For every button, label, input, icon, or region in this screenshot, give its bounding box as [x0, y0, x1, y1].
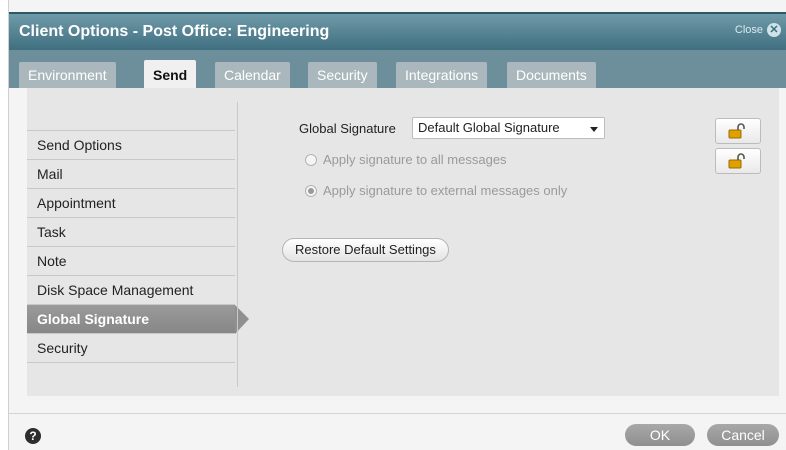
tab-security[interactable]: Security: [308, 62, 377, 88]
nav-item-disk-space-management[interactable]: Disk Space Management: [27, 275, 235, 304]
nav-item-note[interactable]: Note: [27, 246, 235, 275]
nav-item-task[interactable]: Task: [27, 217, 235, 246]
tab-environment[interactable]: Environment: [19, 62, 116, 88]
footer-divider: [9, 413, 786, 414]
tab-strip: Environment Send Calendar Security Integ…: [9, 50, 786, 90]
panel-divider: [237, 102, 238, 387]
tab-calendar[interactable]: Calendar: [215, 62, 290, 88]
unlock-icon: [728, 123, 745, 139]
nav-item-global-signature[interactable]: Global Signature: [27, 304, 249, 334]
restore-default-settings-button[interactable]: Restore Default Settings: [282, 238, 449, 262]
chevron-down-icon[interactable]: [590, 127, 598, 132]
close-button[interactable]: Close ✕: [735, 23, 781, 37]
ok-button[interactable]: OK: [625, 424, 695, 446]
radio-all-messages-label: Apply signature to all messages: [323, 152, 507, 167]
tab-integrations[interactable]: Integrations: [396, 62, 488, 88]
options-panel: Send Options Mail Appointment Task Note …: [27, 88, 779, 396]
global-signature-select[interactable]: Default Global Signature: [412, 117, 605, 139]
nav-item-send-options[interactable]: Send Options: [27, 130, 235, 159]
lock-button-signature[interactable]: [715, 118, 761, 144]
close-label[interactable]: Close: [735, 24, 763, 36]
global-signature-selected: Default Global Signature: [418, 120, 560, 135]
tab-send[interactable]: Send: [144, 60, 197, 90]
client-options-dialog: Client Options - Post Office: Engineerin…: [8, 0, 786, 450]
radio-external-only[interactable]: Apply signature to external messages onl…: [305, 183, 567, 198]
dialog-titlebar: Client Options - Post Office: Engineerin…: [9, 12, 786, 50]
nav-item-security[interactable]: Security: [27, 333, 235, 362]
unlock-icon: [728, 153, 745, 169]
nav-item-mail[interactable]: Mail: [27, 159, 235, 188]
dialog-title: Client Options - Post Office: Engineerin…: [19, 23, 330, 40]
radio-all-messages-button[interactable]: [305, 153, 317, 166]
options-nav: Send Options Mail Appointment Task Note …: [27, 130, 249, 363]
radio-external-only-label: Apply signature to external messages onl…: [323, 183, 568, 198]
help-icon[interactable]: ?: [25, 428, 41, 444]
global-signature-label: Global Signature: [299, 121, 396, 136]
tab-documents[interactable]: Documents: [507, 62, 596, 88]
close-icon[interactable]: ✕: [767, 23, 781, 37]
lock-button-apply[interactable]: [715, 148, 761, 174]
radio-all-messages[interactable]: Apply signature to all messages: [305, 152, 507, 167]
cancel-button[interactable]: Cancel: [707, 424, 779, 446]
radio-external-only-button[interactable]: [305, 184, 317, 197]
nav-item-appointment[interactable]: Appointment: [27, 188, 235, 217]
